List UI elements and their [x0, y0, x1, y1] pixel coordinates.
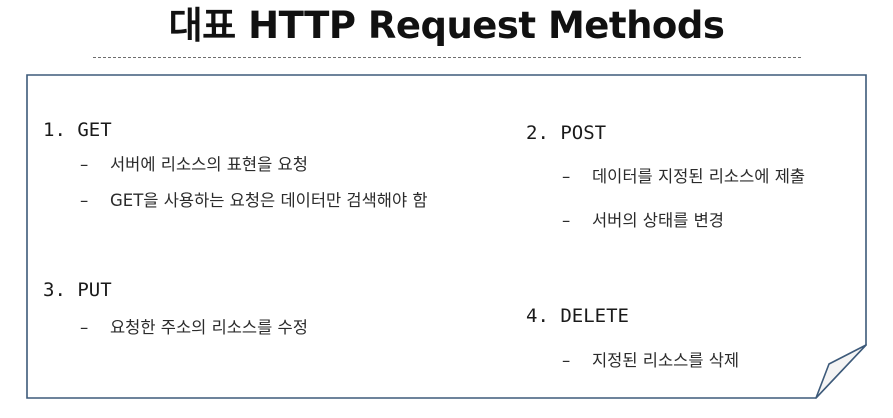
method-heading-delete: 4. DELETE: [526, 305, 629, 327]
bullet-dash: –: [80, 155, 89, 174]
bullet-dash: –: [80, 191, 89, 210]
bullet-text: GET을 사용하는 요청은 데이터만 검색해야 함: [110, 191, 428, 210]
bullet-text: 요청한 주소의 리소스를 수정: [110, 318, 308, 337]
delete-bullet-1: – 지정된 리소스를 삭제: [562, 350, 739, 372]
bullet-dash: –: [562, 167, 571, 186]
bullet-dash: –: [562, 211, 571, 230]
method-heading-post: 2. POST: [526, 122, 607, 144]
post-bullet-1: – 데이터를 지정된 리소스에 제출: [562, 166, 805, 188]
bullet-text: 데이터를 지정된 리소스에 제출: [592, 167, 806, 186]
bullet-text: 서버에 리소스의 표현을 요청: [110, 155, 308, 174]
method-heading-put: 3. PUT: [43, 279, 112, 301]
bullet-text: 지정된 리소스를 삭제: [592, 351, 740, 370]
get-bullet-1: – 서버에 리소스의 표현을 요청: [80, 154, 308, 176]
bullet-text: 서버의 상태를 변경: [592, 211, 724, 230]
post-bullet-2: – 서버의 상태를 변경: [562, 210, 724, 232]
get-bullet-2: – GET을 사용하는 요청은 데이터만 검색해야 함: [80, 190, 428, 212]
method-heading-get: 1. GET: [43, 119, 112, 141]
bullet-dash: –: [80, 318, 89, 337]
note-border: [26, 74, 867, 399]
put-bullet-1: – 요청한 주소의 리소스를 수정: [80, 317, 308, 339]
bullet-dash: –: [562, 351, 571, 370]
